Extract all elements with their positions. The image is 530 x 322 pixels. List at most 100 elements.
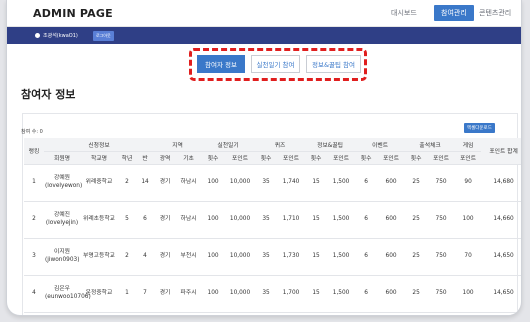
cell-game-points: 100	[455, 275, 482, 313]
subheader-diary-points: 포인트	[225, 151, 256, 165]
subheader-attendance-count: 횟수	[405, 151, 428, 165]
cell-attendance-points: 750	[427, 275, 456, 313]
nav-content[interactable]: 콘텐츠관리	[479, 8, 511, 18]
user-info: 조광석(kwaO1)	[35, 32, 78, 39]
cell-attendance-count: 25	[405, 201, 428, 239]
header-group-quiz: 퀴즈	[255, 138, 306, 152]
cell-event-points: 600	[377, 238, 406, 276]
nav-dashboard[interactable]: 대시보드	[391, 8, 417, 18]
admin-window: ADMIN PAGE 대시보드 참여관리 콘텐츠관리 조광석(kwaO1) 로그…	[6, 0, 522, 316]
cell-event-count: 6	[355, 201, 378, 239]
cell-rank: 4	[24, 275, 44, 313]
header-group-diary: 실천일기	[201, 138, 256, 152]
cell-event-count: 6	[355, 275, 378, 313]
cell-tips-count: 15	[305, 201, 328, 239]
cell-event-points: 600	[377, 275, 406, 313]
subheader-tips-count: 횟수	[305, 151, 328, 165]
cell-quiz-points: 1,740	[277, 164, 306, 202]
cell-diary-points: 10,000	[225, 164, 256, 202]
cell-event-count: 6	[355, 238, 378, 276]
table-row: 2 강예진 (lovelyejin) 위례초등학교 5 6 경기 하남시 100 10,000 3…	[24, 201, 521, 239]
table-row: 1 강예원 (lovelyewon) 위례중학교 2 14 경기 하남시 100 10,000 3…	[24, 164, 521, 202]
tab-tips-participation[interactable]: 정보&꿀팁 참여	[306, 55, 361, 73]
cell-province: 경기	[154, 275, 177, 313]
nav-participation[interactable]: 참여관리	[434, 5, 474, 21]
subheader-diary-count: 횟수	[201, 151, 226, 165]
cell-city: 파주시	[176, 275, 202, 313]
cell-tips-points: 1,500	[327, 164, 356, 202]
cell-quiz-count: 35	[255, 238, 278, 276]
header-group-region: 지역	[154, 138, 202, 152]
cell-diary-points: 10,000	[225, 201, 256, 239]
tab-participant-info[interactable]: 참여자 정보	[197, 55, 245, 73]
subheader-member-name: 회원명	[44, 151, 80, 165]
cell-quiz-count: 35	[255, 201, 278, 239]
subheader-attendance-points: 포인트	[427, 151, 456, 165]
cell-game-points: 100	[455, 201, 482, 239]
cell-grade: 2	[118, 164, 136, 202]
header-rank: 랭킹	[24, 138, 44, 165]
cell-province: 경기	[154, 164, 177, 202]
cell-event-count: 6	[355, 164, 378, 202]
subheader-event-count: 횟수	[355, 151, 378, 165]
cell-attendance-count: 25	[405, 238, 428, 276]
cell-member-name: 강예원 (lovelyewon)	[44, 164, 82, 202]
cell-member-name: 김은우 (eunwoo10706)	[44, 275, 91, 313]
user-bar: 조광석(kwaO1) 로그아웃	[7, 27, 521, 44]
app-title: ADMIN PAGE	[33, 7, 113, 20]
cell-city: 하남시	[176, 201, 202, 239]
cell-rank: 2	[24, 201, 44, 239]
subheader-quiz-points: 포인트	[277, 151, 306, 165]
cell-tips-points: 1,500	[327, 238, 356, 276]
subheader-city: 기초	[176, 151, 202, 165]
table-body: 1 강예원 (lovelyewon) 위례중학교 2 14 경기 하남시 100 10,000 3…	[24, 164, 521, 313]
subheader-tips-points: 포인트	[327, 151, 356, 165]
subheader-class: 반	[136, 151, 155, 165]
cell-diary-points: 10,000	[225, 238, 256, 276]
header-group-application: 신청정보	[44, 138, 155, 152]
cell-class: 14	[136, 164, 155, 202]
cell-total-points: 14,650	[481, 275, 521, 313]
cell-total-points: 14,660	[481, 201, 521, 239]
cell-tips-points: 1,500	[327, 275, 356, 313]
header-total-points: 포인트 합계	[481, 138, 521, 165]
cell-grade: 5	[118, 201, 136, 239]
cell-game-points: 90	[455, 164, 482, 202]
participant-count: 참여 수: 0	[21, 129, 43, 135]
cell-event-points: 600	[377, 164, 406, 202]
cell-event-points: 600	[377, 201, 406, 239]
cell-grade: 1	[118, 275, 136, 313]
cell-city: 부천시	[176, 238, 202, 276]
cell-diary-count: 100	[201, 201, 226, 239]
cell-quiz-points: 1,700	[277, 275, 306, 313]
cell-game-points: 70	[455, 238, 482, 276]
cell-attendance-count: 25	[405, 275, 428, 313]
subheader-quiz-count: 횟수	[255, 151, 278, 165]
header-group-game: 게임	[455, 138, 482, 152]
logout-button[interactable]: 로그아웃	[93, 31, 114, 41]
cell-school: 위례초등학교	[80, 201, 118, 239]
cell-school: 위례중학교	[80, 164, 118, 202]
subheader-school: 학교명	[80, 151, 118, 165]
cell-quiz-count: 35	[255, 164, 278, 202]
cell-quiz-points: 1,730	[277, 238, 306, 276]
subheader-grade: 학년	[118, 151, 136, 165]
cell-school: 부명고등학교	[80, 238, 118, 276]
tab-diary-participation[interactable]: 실천일기 참여	[251, 55, 300, 73]
subheader-game-points: 포인트	[455, 151, 482, 165]
excel-download-button[interactable]: 엑셀다운로드	[464, 123, 495, 133]
cell-tips-count: 15	[305, 275, 328, 313]
cell-province: 경기	[154, 238, 177, 276]
cell-class: 4	[136, 238, 155, 276]
cell-diary-count: 100	[201, 164, 226, 202]
cell-total-points: 14,650	[481, 238, 521, 276]
header-group-attendance: 출석체크	[405, 138, 456, 152]
cell-attendance-points: 750	[427, 238, 456, 276]
cell-attendance-points: 750	[427, 164, 456, 202]
cell-class: 6	[136, 201, 155, 239]
subheader-event-points: 포인트	[377, 151, 406, 165]
cell-province: 경기	[154, 201, 177, 239]
cell-total-points: 14,680	[481, 164, 521, 202]
user-name: 조광석(kwaO1)	[43, 33, 78, 39]
cell-member-name: 이지원 (jiwon0903)	[44, 238, 80, 276]
